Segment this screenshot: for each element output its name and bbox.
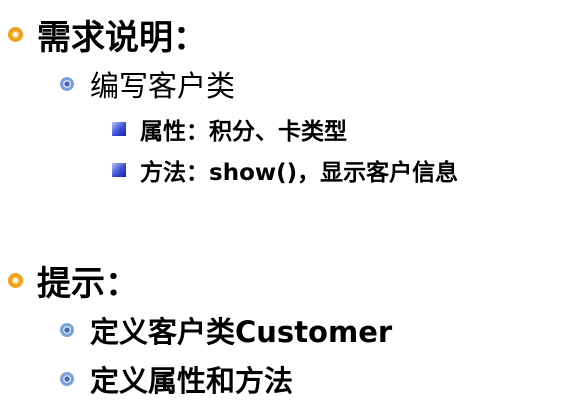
hint-item: 定义属性和方法 xyxy=(60,360,293,398)
requirements-subitem: 属性：积分、卡类型 xyxy=(112,114,347,145)
requirements-subitem: 方法：show()，显示客户信息 xyxy=(112,155,459,186)
item-text: 定义客户类Customer xyxy=(90,315,393,349)
heading-text: 需求说明： xyxy=(37,17,207,58)
orange-ring-bullet-icon xyxy=(8,272,23,288)
blue-ring-bullet-icon xyxy=(60,77,74,91)
blue-ring-bullet-icon xyxy=(60,323,74,337)
item-text: 定义属性和方法 xyxy=(90,364,294,398)
orange-ring-bullet-icon xyxy=(8,26,23,42)
item-text: 编写客户类 xyxy=(90,69,236,103)
blue-square-bullet-icon xyxy=(112,163,126,177)
subitem-text: 方法：show()，显示客户信息 xyxy=(140,160,459,186)
subitem-text: 属性：积分、卡类型 xyxy=(140,119,347,145)
requirements-item: 编写客户类 xyxy=(60,65,235,103)
hint-item: 定义客户类Customer xyxy=(60,311,392,349)
section-hint-heading: 提示： xyxy=(8,258,139,304)
section-requirements-heading: 需求说明： xyxy=(8,12,207,58)
blue-square-bullet-icon xyxy=(112,122,126,136)
blue-ring-bullet-icon xyxy=(60,372,74,386)
heading-text: 提示： xyxy=(37,263,139,304)
